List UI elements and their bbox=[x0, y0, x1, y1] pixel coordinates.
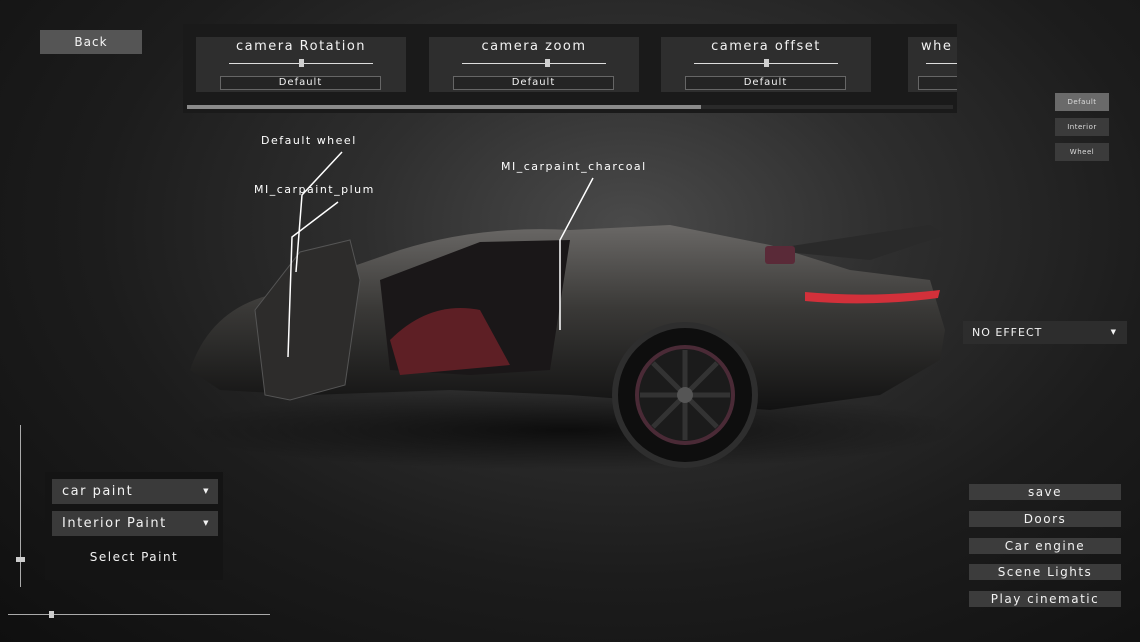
play-cinematic-button[interactable]: Play cinematic bbox=[969, 591, 1121, 607]
select-paint-button[interactable]: Select Paint bbox=[45, 550, 223, 564]
camera-zoom-default-button[interactable]: Default bbox=[453, 76, 614, 90]
effect-dropdown-value: NO EFFECT bbox=[972, 326, 1043, 339]
paint-panel: car paint ▼ Interior Paint ▼ Select Pain… bbox=[45, 472, 223, 580]
camera-rotation-default-button[interactable]: Default bbox=[220, 76, 381, 90]
chevron-down-icon: ▼ bbox=[203, 519, 210, 527]
camera-zoom-title: camera zoom bbox=[481, 39, 587, 54]
camera-zoom-slider[interactable] bbox=[462, 63, 606, 64]
plum-paint-label: MI_carpaint_plum bbox=[254, 183, 375, 196]
camera-offset-slider-handle[interactable] bbox=[764, 59, 769, 67]
camera-panel-scrollbar-thumb[interactable] bbox=[187, 105, 701, 109]
camera-zoom-card: camera zoom Default bbox=[429, 37, 639, 92]
wheel-card-slider[interactable] bbox=[926, 63, 957, 64]
back-button[interactable]: Back bbox=[40, 30, 142, 54]
camera-zoom-slider-handle[interactable] bbox=[545, 59, 550, 67]
wheel-card: whe bbox=[908, 37, 957, 92]
view-interior-button[interactable]: Interior bbox=[1055, 118, 1109, 136]
camera-offset-title: camera offset bbox=[711, 39, 821, 54]
camera-offset-card: camera offset Default bbox=[661, 37, 871, 92]
wheel-card-title: whe bbox=[921, 39, 953, 54]
scene-lights-button[interactable]: Scene Lights bbox=[969, 564, 1121, 580]
camera-rotation-card: camera Rotation Default bbox=[196, 37, 406, 92]
camera-offset-default-button[interactable]: Default bbox=[685, 76, 846, 90]
car-paint-dropdown[interactable]: car paint ▼ bbox=[52, 479, 218, 504]
wheel-card-default-button[interactable] bbox=[918, 76, 957, 90]
chevron-down-icon: ▼ bbox=[203, 487, 210, 495]
view-wheel-button[interactable]: Wheel bbox=[1055, 143, 1109, 161]
interior-paint-label: Interior Paint bbox=[62, 516, 167, 531]
chevron-down-icon: ▼ bbox=[1110, 328, 1117, 336]
doors-button[interactable]: Doors bbox=[969, 511, 1121, 527]
vertical-slider-handle[interactable] bbox=[16, 557, 25, 562]
charcoal-paint-label: MI_carpaint_charcoal bbox=[501, 160, 647, 173]
camera-rotation-slider-handle[interactable] bbox=[299, 59, 304, 67]
vertical-slider[interactable] bbox=[20, 425, 21, 587]
effect-dropdown[interactable]: NO EFFECT ▼ bbox=[963, 321, 1127, 344]
camera-rotation-title: camera Rotation bbox=[235, 39, 367, 54]
car-engine-button[interactable]: Car engine bbox=[969, 538, 1121, 554]
save-button[interactable]: save bbox=[969, 484, 1121, 500]
horizontal-slider-handle[interactable] bbox=[49, 611, 54, 618]
default-wheel-label: Default wheel bbox=[261, 134, 357, 147]
camera-settings-panel: camera Rotation Default camera zoom Defa… bbox=[183, 24, 957, 113]
view-default-button[interactable]: Default bbox=[1055, 93, 1109, 111]
interior-paint-dropdown[interactable]: Interior Paint ▼ bbox=[52, 511, 218, 536]
car-paint-label: car paint bbox=[62, 484, 134, 499]
horizontal-slider[interactable] bbox=[8, 614, 270, 615]
car-model bbox=[180, 225, 960, 470]
